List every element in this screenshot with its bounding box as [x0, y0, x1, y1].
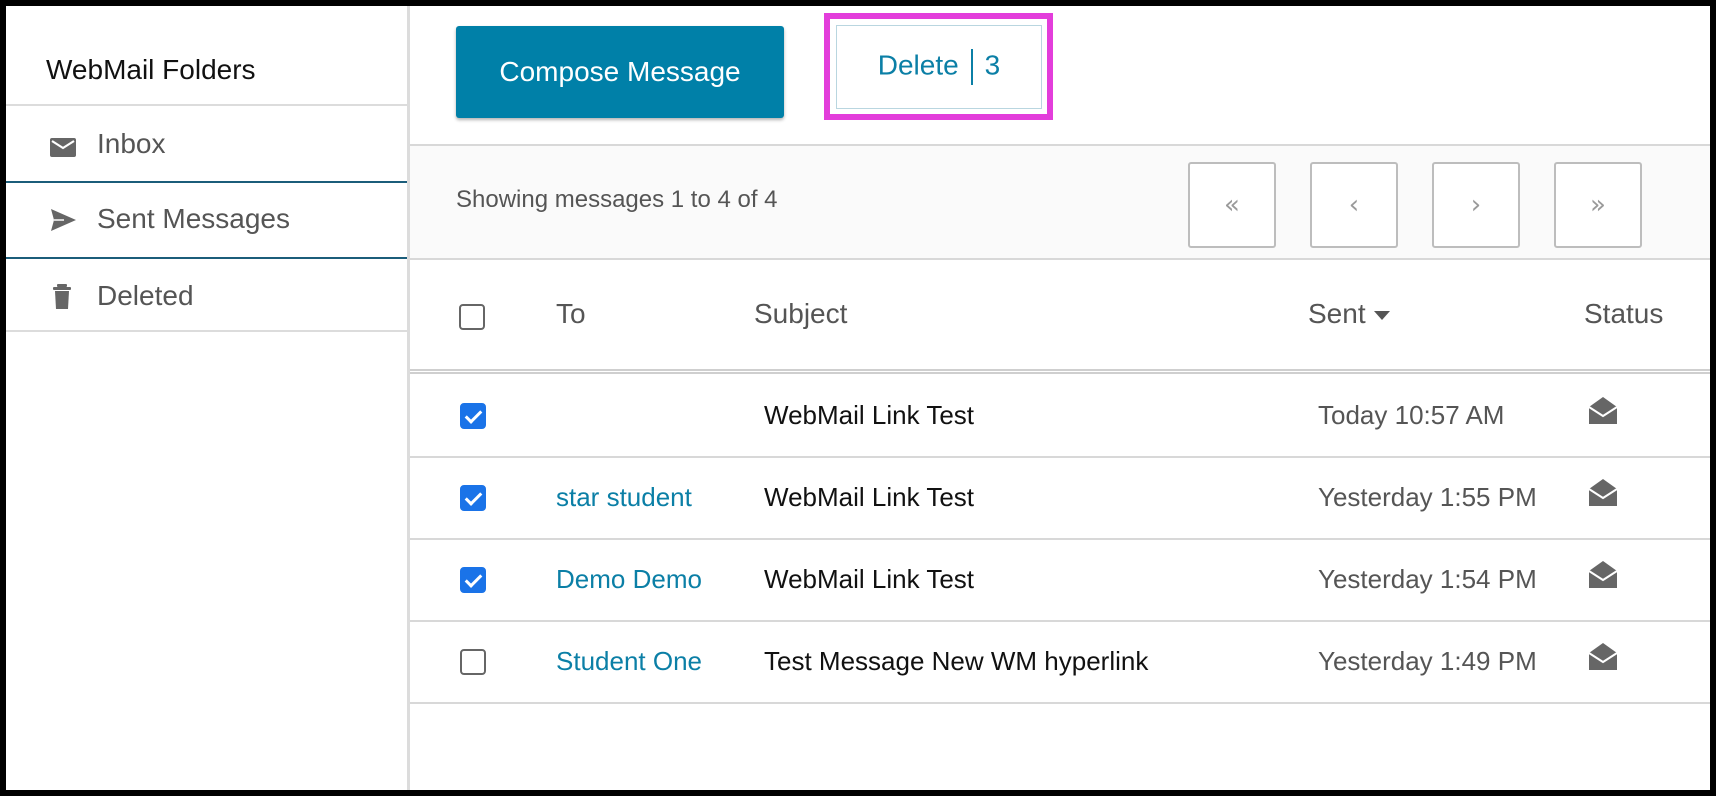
message-count-summary: Showing messages 1 to 4 of 4	[456, 186, 778, 213]
subject-link[interactable]: WebMail Link Test	[764, 400, 974, 431]
column-header-sent-label: Sent	[1308, 298, 1366, 329]
select-all-checkbox[interactable]	[459, 304, 485, 330]
sidebar-item-label: Sent Messages	[97, 203, 290, 234]
folder-sidebar: WebMail Folders Inbox Sent Messages Dele…	[6, 6, 410, 790]
row-checkbox[interactable]	[460, 403, 486, 429]
recipient-link[interactable]: Student One	[556, 646, 702, 677]
table-row[interactable]: WebMail Link Test Today 10:57 AM	[410, 376, 1710, 458]
webmail-window: WebMail Folders Inbox Sent Messages Dele…	[0, 0, 1716, 796]
next-page-button[interactable]: ›	[1432, 162, 1520, 248]
envelope-open-icon	[1588, 397, 1618, 424]
column-header-status[interactable]: Status	[1584, 298, 1663, 330]
sidebar-title: WebMail Folders	[46, 54, 256, 85]
first-page-button[interactable]: «	[1188, 162, 1276, 248]
sent-timestamp: Yesterday 1:54 PM	[1318, 564, 1537, 594]
recipient-link[interactable]: Demo Demo	[556, 564, 702, 595]
envelope-open-icon	[1588, 643, 1618, 670]
envelope-open-icon	[1588, 479, 1618, 506]
recipient-link[interactable]: star student	[556, 482, 692, 513]
column-header-subject[interactable]: Subject	[754, 298, 847, 330]
sent-timestamp: Yesterday 1:55 PM	[1318, 482, 1537, 512]
row-checkbox[interactable]	[460, 567, 486, 593]
subject-link[interactable]: WebMail Link Test	[764, 564, 974, 595]
previous-page-button[interactable]: ‹	[1310, 162, 1398, 248]
row-checkbox[interactable]	[460, 649, 486, 675]
send-icon	[51, 209, 76, 231]
envelope-open-icon	[1588, 561, 1618, 588]
subject-link[interactable]: Test Message New WM hyperlink	[764, 646, 1148, 677]
table-row[interactable]: Student One Test Message New WM hyperlin…	[410, 622, 1710, 704]
sidebar-item-deleted[interactable]: Deleted	[6, 260, 407, 330]
sidebar-item-label: Inbox	[97, 128, 166, 159]
row-checkbox[interactable]	[460, 485, 486, 511]
subject-link[interactable]: WebMail Link Test	[764, 482, 974, 513]
delete-separator	[970, 49, 973, 85]
sidebar-item-inbox[interactable]: Inbox	[6, 106, 407, 186]
sent-timestamp: Today 10:57 AM	[1318, 400, 1505, 430]
table-row[interactable]: star student WebMail Link Test Yesterday…	[410, 458, 1710, 540]
sidebar-item-sent-messages[interactable]: Sent Messages	[6, 181, 407, 259]
column-header-sent[interactable]: Sent	[1308, 298, 1390, 330]
delete-count: 3	[984, 49, 1001, 81]
message-list-panel: Compose Message Delete 3 Showing messages…	[410, 6, 1710, 790]
sort-descending-icon	[1373, 311, 1390, 321]
envelope-icon	[50, 138, 76, 157]
table-header: To Subject Sent Status	[410, 260, 1710, 374]
sent-timestamp: Yesterday 1:49 PM	[1318, 646, 1537, 676]
trash-icon	[53, 284, 71, 309]
delete-label: Delete	[877, 49, 959, 81]
last-page-button[interactable]: »	[1554, 162, 1642, 248]
pager-bar: Showing messages 1 to 4 of 4 « ‹ › »	[410, 144, 1710, 260]
sidebar-divider	[6, 330, 407, 332]
table-row[interactable]: Demo Demo WebMail Link Test Yesterday 1:…	[410, 540, 1710, 622]
compose-message-button[interactable]: Compose Message	[456, 26, 784, 118]
sidebar-item-label: Deleted	[97, 280, 194, 311]
column-header-to[interactable]: To	[556, 298, 586, 330]
delete-button[interactable]: Delete 3	[836, 25, 1042, 109]
